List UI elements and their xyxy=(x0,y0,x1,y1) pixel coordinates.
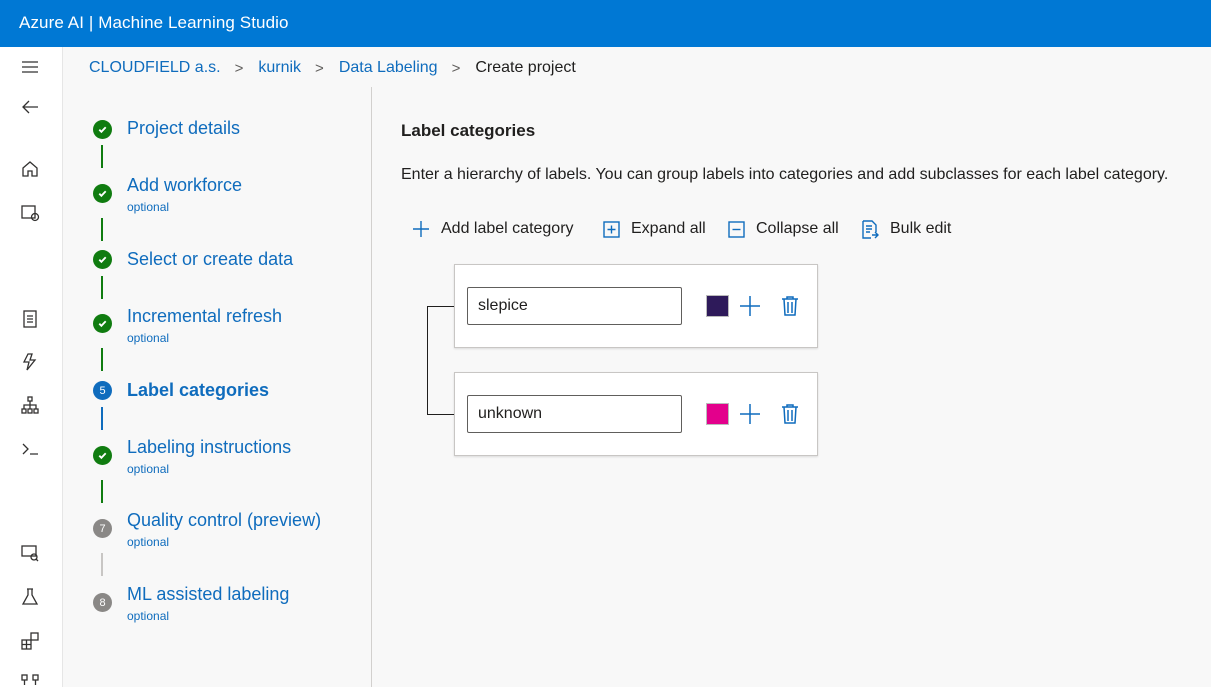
step-quality-control[interactable]: Quality control (preview) xyxy=(127,510,321,531)
breadcrumb-data-labeling[interactable]: Data Labeling xyxy=(339,59,438,77)
expand-all-label: Expand all xyxy=(631,220,706,237)
step-complete-check-icon xyxy=(93,314,112,333)
collapse-all-label: Collapse all xyxy=(756,220,839,237)
left-nav-rail xyxy=(0,47,63,687)
expand-box-icon xyxy=(601,219,621,239)
step-optional-label: optional xyxy=(127,200,170,214)
breadcrumb-current: Create project xyxy=(475,59,576,76)
add-label-category-button[interactable]: Add label category xyxy=(411,218,574,240)
label-name-input[interactable] xyxy=(467,395,682,433)
delete-trash-icon[interactable] xyxy=(780,295,800,317)
label-name-input[interactable] xyxy=(467,287,682,325)
step-complete-check-icon xyxy=(93,184,112,203)
bulk-edit-label: Bulk edit xyxy=(890,220,952,237)
step-number-badge: 8 xyxy=(93,593,112,612)
step-connector xyxy=(101,407,103,430)
tree-connector xyxy=(427,306,455,307)
chevron-right-icon: > xyxy=(451,59,461,77)
automl-icon[interactable] xyxy=(19,351,41,373)
back-arrow-icon[interactable] xyxy=(19,96,41,118)
step-connector xyxy=(101,145,103,168)
step-incremental-refresh[interactable]: Incremental refresh xyxy=(127,306,282,327)
pipelines-icon[interactable] xyxy=(19,671,41,687)
breadcrumb-workspace[interactable]: kurnik xyxy=(258,59,301,77)
step-ml-assisted-labeling[interactable]: ML assisted labeling xyxy=(127,584,289,605)
step-labeling-instructions[interactable]: Labeling instructions xyxy=(127,437,291,458)
label-card xyxy=(454,264,818,348)
step-label-categories[interactable]: Label categories xyxy=(127,380,269,401)
tree-connector xyxy=(427,414,455,415)
step-complete-check-icon xyxy=(93,250,112,269)
step-optional-label: optional xyxy=(127,462,170,476)
add-subclass-plus-icon[interactable] xyxy=(739,295,761,317)
step-optional-label: optional xyxy=(127,535,170,549)
step-optional-label: optional xyxy=(127,331,170,345)
add-subclass-plus-icon[interactable] xyxy=(739,403,761,425)
bulk-edit-button[interactable]: Bulk edit xyxy=(860,218,951,240)
step-complete-check-icon xyxy=(93,120,112,139)
delete-trash-icon[interactable] xyxy=(780,403,800,425)
notebook-icon[interactable] xyxy=(19,308,41,330)
top-app-bar: Azure AI | Machine Learning Studio xyxy=(0,0,1211,47)
step-connector xyxy=(101,553,103,576)
plus-icon xyxy=(411,219,431,239)
monitor-icon[interactable] xyxy=(19,542,41,564)
chevron-right-icon: > xyxy=(315,59,324,77)
collapse-all-button[interactable]: Collapse all xyxy=(726,218,839,240)
step-connector xyxy=(101,480,103,503)
collapse-box-icon xyxy=(726,219,746,239)
label-color-swatch[interactable] xyxy=(706,403,729,425)
section-description: Enter a hierarchy of labels. You can gro… xyxy=(401,166,1169,183)
terminal-icon[interactable] xyxy=(19,438,41,460)
step-select-data[interactable]: Select or create data xyxy=(127,249,293,270)
expand-all-button[interactable]: Expand all xyxy=(601,218,706,240)
chevron-right-icon: > xyxy=(234,59,244,77)
components-icon[interactable] xyxy=(19,630,41,652)
model-catalog-icon[interactable] xyxy=(19,202,41,224)
hamburger-icon[interactable] xyxy=(19,56,41,78)
home-icon[interactable] xyxy=(19,158,41,180)
step-add-workforce[interactable]: Add workforce xyxy=(127,175,242,196)
step-project-details[interactable]: Project details xyxy=(127,118,240,139)
step-connector xyxy=(101,348,103,371)
step-connector xyxy=(101,218,103,241)
step-number-badge: 5 xyxy=(93,381,112,400)
step-optional-label: optional xyxy=(127,609,170,623)
breadcrumb-workspace-group[interactable]: CLOUDFIELD a.s. xyxy=(89,59,221,77)
label-color-swatch[interactable] xyxy=(706,295,729,317)
app-title[interactable]: Azure AI | Machine Learning Studio xyxy=(19,13,289,33)
experiment-icon[interactable] xyxy=(19,586,41,608)
designer-icon[interactable] xyxy=(19,394,41,416)
breadcrumb: CLOUDFIELD a.s. > kurnik > Data Labeling… xyxy=(89,57,576,79)
add-label-category-label: Add label category xyxy=(441,220,574,237)
step-complete-check-icon xyxy=(93,446,112,465)
tree-connector xyxy=(427,306,428,414)
label-card xyxy=(454,372,818,456)
bulk-edit-icon xyxy=(860,219,880,239)
section-title: Label categories xyxy=(401,121,536,140)
step-connector xyxy=(101,276,103,299)
step-number-badge: 7 xyxy=(93,519,112,538)
